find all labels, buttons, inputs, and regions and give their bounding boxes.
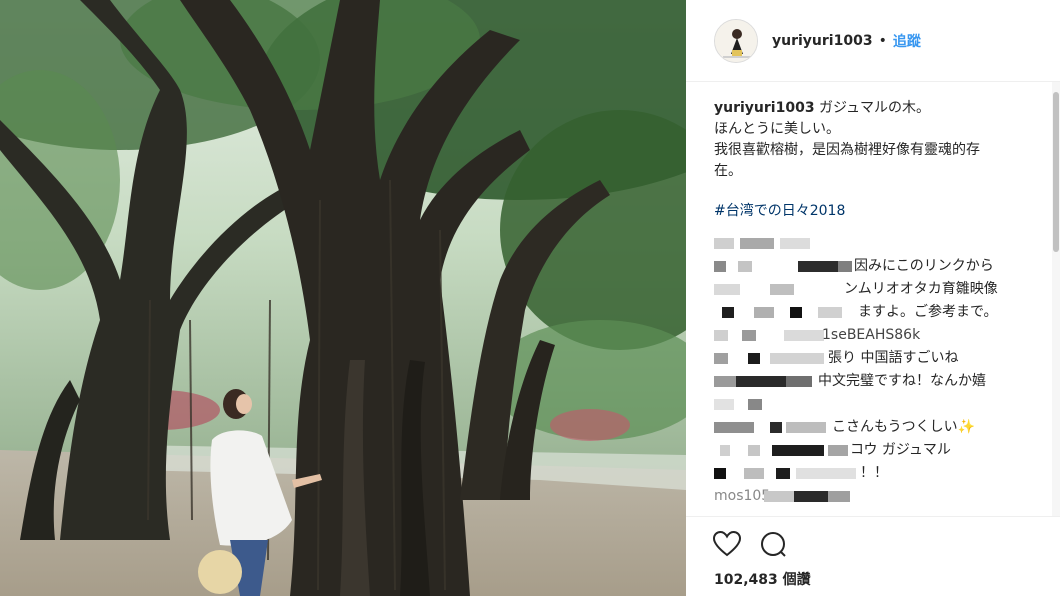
post-photo bbox=[0, 0, 686, 596]
header-username[interactable]: yuriyuri1003 bbox=[772, 33, 873, 49]
comments-list: yuriyuri1003 ガジュマルの木。 ほんとうに美しい。 我很喜歡榕樹，是… bbox=[686, 82, 1052, 516]
caption-line-1: ガジュマルの木。 bbox=[819, 100, 931, 116]
post-caption: yuriyuri1003 ガジュマルの木。 ほんとうに美しい。 我很喜歡榕樹，是… bbox=[714, 98, 1038, 222]
comment-row bbox=[714, 393, 1038, 416]
comment-row: ンムリオオタカ育雛映像 bbox=[714, 278, 1038, 301]
comment-text: ！！ bbox=[860, 465, 888, 481]
caption-hashtag[interactable]: #台湾での日々2018 bbox=[714, 200, 1038, 222]
caption-line-4: 在。 bbox=[714, 163, 742, 179]
comment-text: ますよ。ご参考まで。 bbox=[858, 304, 998, 320]
comment-row: ！！ bbox=[714, 462, 1038, 485]
comment-text: 張り 中国語すごいね bbox=[828, 350, 959, 366]
comment-text: ンムリオオタカ育雛映像 bbox=[844, 281, 998, 297]
post-header: yuriyuri1003 • 追蹤 bbox=[686, 0, 1060, 82]
comment-text: 因みにこのリンクから bbox=[854, 258, 994, 274]
post-actions: 102,483 個讚 bbox=[686, 516, 1060, 596]
comment-row: コウ ガジュマル bbox=[714, 439, 1038, 462]
like-count[interactable]: 102,483 個讚 bbox=[714, 569, 811, 589]
caption-line-2: ほんとうに美しい。 bbox=[714, 121, 840, 137]
comment-row: mos105 bbox=[714, 485, 1038, 508]
comment-row bbox=[714, 232, 1038, 255]
avatar-icon[interactable] bbox=[714, 18, 758, 63]
comment-row: こさんもうつくしい✨ bbox=[714, 416, 1038, 439]
follow-button[interactable]: 追蹤 bbox=[893, 31, 921, 51]
heart-icon[interactable] bbox=[712, 529, 742, 559]
comment-text: 1seBEAHS86k bbox=[822, 327, 921, 343]
post-sidebar: yuriyuri1003 • 追蹤 yuriyuri1003 ガジュマルの木。 … bbox=[686, 0, 1060, 596]
banyan-tree-photo bbox=[0, 0, 686, 596]
comment-row: 因みにこのリンクから bbox=[714, 255, 1038, 278]
header-separator: • bbox=[878, 32, 887, 49]
comment-text: mos105 bbox=[714, 488, 771, 504]
comments-scrollbar[interactable] bbox=[1052, 82, 1060, 516]
comment-text: 中文完璧ですね！なんか嬉 bbox=[818, 373, 986, 389]
caption-line-3: 我很喜歡榕樹，是因為樹裡好像有靈魂的存 bbox=[714, 142, 980, 158]
comment-text: こさんもうつくしい✨ bbox=[832, 419, 976, 435]
comment-icon[interactable] bbox=[758, 529, 788, 559]
comment-row: 1seBEAHS86k bbox=[714, 324, 1038, 347]
scrollbar-thumb[interactable] bbox=[1053, 92, 1059, 252]
comment-row: 中文完璧ですね！なんか嬉 bbox=[714, 370, 1038, 393]
caption-username[interactable]: yuriyuri1003 bbox=[714, 100, 815, 116]
comment-row: ますよ。ご参考まで。 bbox=[714, 301, 1038, 324]
comment-text: コウ ガジュマル bbox=[850, 442, 951, 458]
comment-row: 張り 中国語すごいね bbox=[714, 347, 1038, 370]
